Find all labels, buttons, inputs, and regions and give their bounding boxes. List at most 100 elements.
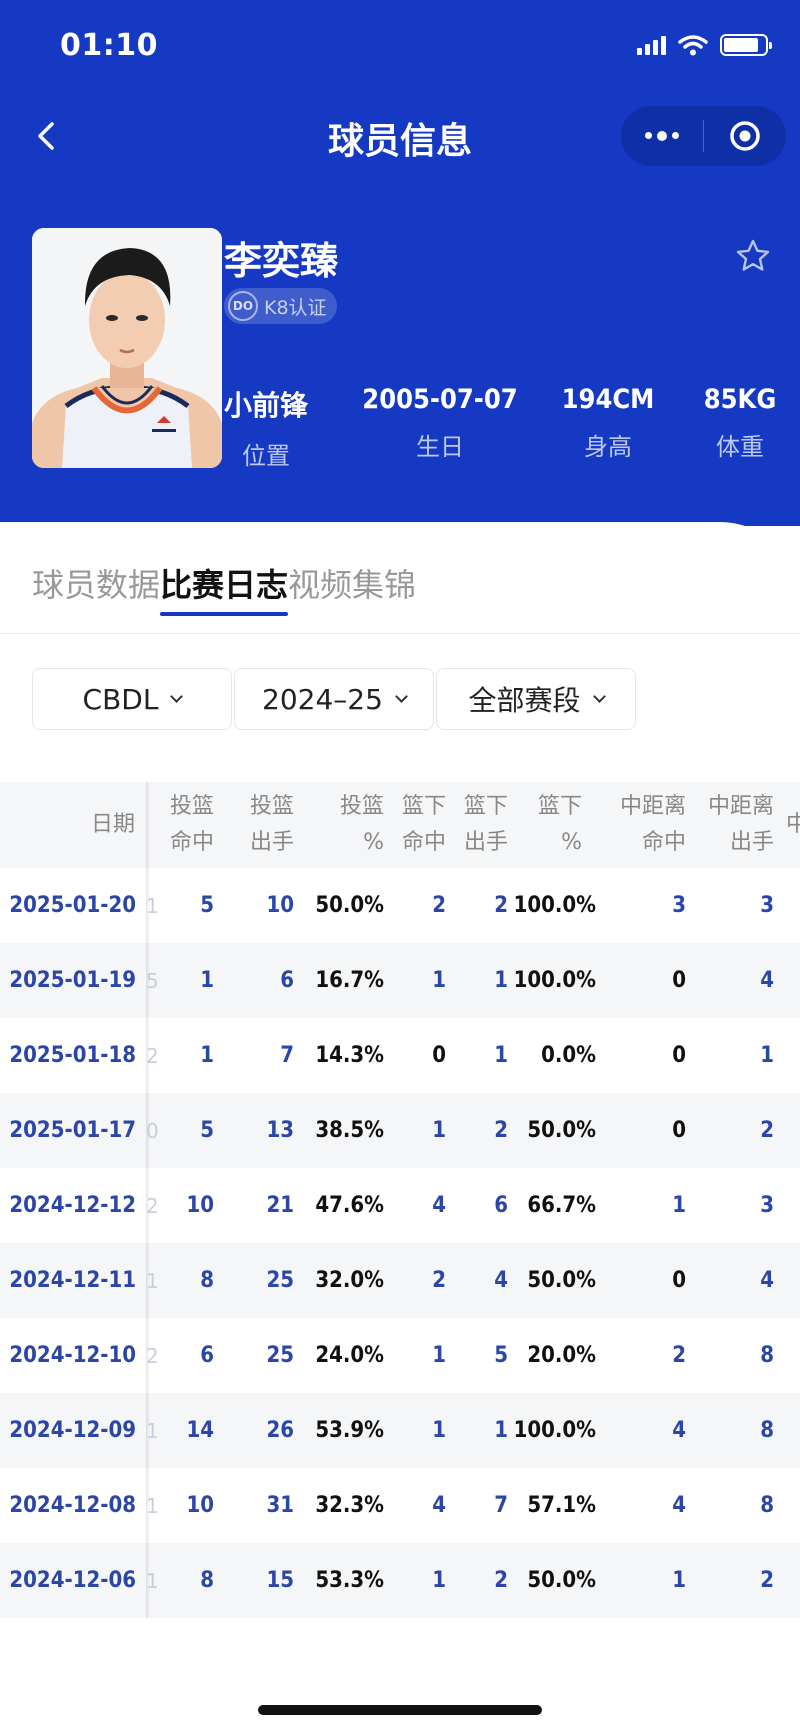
row-cell: 1 [494, 968, 508, 993]
mini-program-capsule [621, 106, 786, 166]
game-log-table[interactable]: 日期 投篮 命中 投篮 出手 投篮% 篮下 命中 篮下 出手 篮下% 中距离 命中 中距离… [0, 782, 800, 1618]
row-cell: 20.0% [527, 1343, 596, 1368]
row-cell: 5 [494, 1343, 508, 1368]
row-cell: 10 [266, 893, 294, 918]
row-cell: 15 [266, 1568, 294, 1593]
row-cell: 2 [760, 1568, 774, 1593]
row-cell: 25 [266, 1343, 294, 1368]
row-cell: 31 [266, 1493, 294, 1518]
league-select-value: CBDL [82, 682, 159, 716]
row-cell: 6 [280, 968, 294, 993]
table-row[interactable]: 2025-01-19 5 1 6 16.7% 1 1 100.0% 0 4 [0, 943, 800, 1018]
row-cell: 4 [672, 1418, 686, 1443]
row-cell: 10 [186, 1193, 214, 1218]
tab-video-highlights[interactable]: 视频集锦 [288, 560, 416, 606]
row-cell: 1 [494, 1418, 508, 1443]
signal-icon [637, 35, 666, 55]
header-mid-made: 中距离 命中 [619, 794, 686, 855]
weight-value: 85KG [703, 384, 777, 415]
league-select[interactable]: CBDL [32, 668, 232, 730]
table-row[interactable]: 2025-01-18 2 1 7 14.3% 0 1 0.0% 0 1 [0, 1018, 800, 1093]
favorite-button[interactable] [733, 236, 773, 276]
table-row[interactable]: 2024-12-11 1 8 25 32.0% 2 4 50.0% 0 4 [0, 1243, 800, 1318]
row-cell: 50.0% [527, 1118, 596, 1143]
header-paint-made: 篮下 命中 [401, 794, 446, 855]
table-row[interactable]: 2025-01-17 0 5 13 38.5% 1 2 50.0% 0 2 [0, 1093, 800, 1168]
filter-bar: CBDL 2024–25 全部赛段 [32, 668, 636, 730]
tab-divider [0, 633, 800, 634]
row-cell: 66.7% [527, 1193, 596, 1218]
row-cell: 1 [672, 1193, 686, 1218]
info-birthday: 2005-07-07 生日 [360, 384, 520, 462]
row-cell: 1 [200, 1043, 214, 1068]
row-cell: 50.0% [527, 1568, 596, 1593]
table-row[interactable]: 2024-12-10 2 6 25 24.0% 1 5 20.0% 2 8 [0, 1318, 800, 1393]
chevron-down-icon [170, 689, 184, 703]
row-cell: 14 [186, 1418, 214, 1443]
row-date: 2024-12-06 [9, 1568, 136, 1593]
info-position: 小前锋 位置 [224, 384, 308, 471]
row-cell: 4 [760, 1268, 774, 1293]
table-row[interactable]: 2024-12-08 1 10 31 32.3% 4 7 57.1% 4 8 [0, 1468, 800, 1543]
row-date: 2025-01-17 [9, 1118, 136, 1143]
height-label: 身高 [584, 433, 632, 461]
close-mini-program-button[interactable] [704, 106, 786, 166]
status-icons [637, 34, 772, 56]
header-fgm: 投篮 命中 [169, 794, 214, 855]
row-cell: 57.1% [527, 1493, 596, 1518]
row-date: 2024-12-12 [9, 1193, 136, 1218]
row-cell: 13 [266, 1118, 294, 1143]
target-icon [730, 121, 760, 151]
season-select[interactable]: 2024–25 [234, 668, 434, 730]
chevron-down-icon [395, 689, 408, 703]
row-cell: 7 [280, 1043, 294, 1068]
table-row[interactable]: 2024-12-06 1 8 15 53.3% 1 2 50.0% 1 2 [0, 1543, 800, 1618]
tab-bar: 球员数据 比赛日志 视频集锦 [32, 560, 416, 616]
table-row[interactable]: 2025-01-20 1 5 10 50.0% 2 2 100.0% 3 3 [0, 868, 800, 943]
table-row[interactable]: 2024-12-12 2 10 21 47.6% 4 6 66.7% 1 3 [0, 1168, 800, 1243]
row-cell: 7 [494, 1493, 508, 1518]
row-cell: 0 [672, 1118, 686, 1143]
position-value: 小前锋 [224, 389, 309, 422]
row-date: 2025-01-19 [9, 968, 136, 993]
header: 01:10 球员信息 李奕臻 DO K8认证 小前锋 位置 2005-07-07… [0, 0, 800, 526]
battery-icon [720, 34, 772, 56]
row-cell: 3 [672, 893, 686, 918]
row-cell: 26 [266, 1418, 294, 1443]
row-cell: 0 [672, 968, 686, 993]
info-height: 194CM 身高 [556, 384, 660, 462]
row-date: 2024-12-11 [9, 1268, 136, 1293]
row-cell: 10 [186, 1493, 214, 1518]
row-cell: 8 [200, 1268, 214, 1293]
stage-select[interactable]: 全部赛段 [436, 668, 636, 730]
stage-select-value: 全部赛段 [468, 684, 581, 717]
row-cell: 50.0% [527, 1268, 596, 1293]
row-cell: 21 [266, 1193, 294, 1218]
player-name: 李奕臻 [224, 239, 339, 283]
tab-player-data[interactable]: 球员数据 [32, 560, 160, 606]
row-date: 2025-01-20 [9, 893, 136, 918]
info-weight: 85KG 体重 [700, 384, 780, 462]
birthday-value: 2005-07-07 [362, 384, 518, 415]
certification-badge[interactable]: DO K8认证 [224, 288, 337, 324]
row-cell: 2 [494, 893, 508, 918]
row-cell: 100.0% [513, 1418, 596, 1443]
row-date: 2024-12-08 [9, 1493, 136, 1518]
season-select-value: 2024–25 [262, 682, 383, 716]
row-cell: 4 [494, 1268, 508, 1293]
wifi-icon [678, 35, 708, 56]
header-next-cut: 中 [786, 812, 800, 837]
player-photo [32, 228, 222, 468]
row-cell: 100.0% [513, 893, 596, 918]
row-cell: 2 [494, 1568, 508, 1593]
weight-label: 体重 [716, 433, 764, 461]
tab-game-log[interactable]: 比赛日志 [160, 560, 289, 616]
row-cell: 8 [760, 1493, 774, 1518]
table-header: 日期 投篮 命中 投篮 出手 投篮% 篮下 命中 篮下 出手 篮下% 中距离 命中 中距离… [0, 782, 800, 868]
more-button[interactable] [621, 106, 703, 166]
birthday-label: 生日 [416, 433, 464, 461]
row-cell: 4 [760, 968, 774, 993]
row-cell: 5 [200, 893, 214, 918]
row-cell: 3 [760, 893, 774, 918]
table-row[interactable]: 2024-12-09 1 14 26 53.9% 1 1 100.0% 4 8 [0, 1393, 800, 1468]
